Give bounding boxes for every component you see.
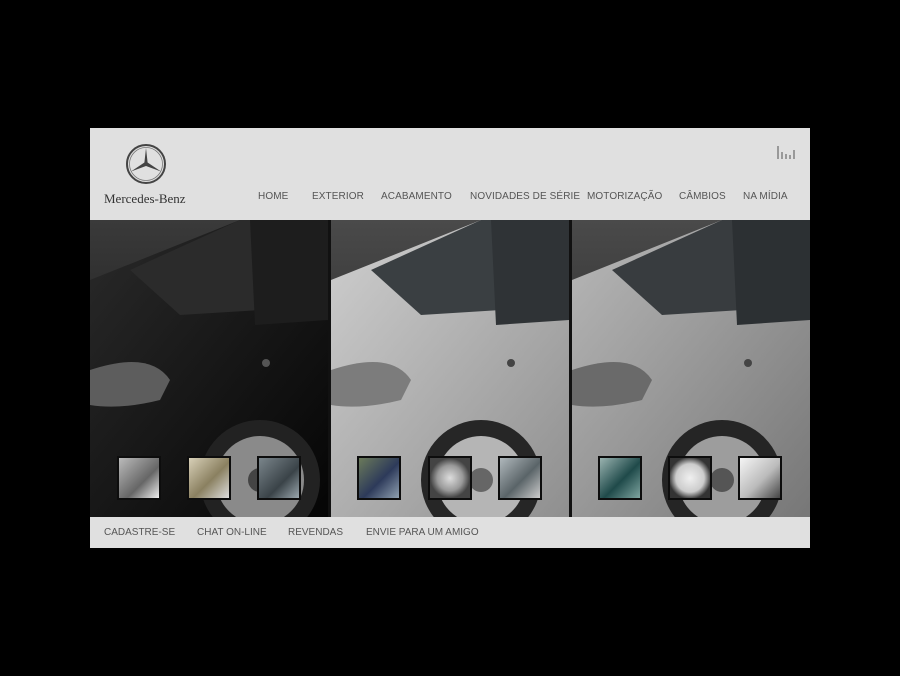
nav-na-midia[interactable]: NA MÍDIA	[743, 191, 788, 202]
thumb-instrument-cluster[interactable]	[187, 456, 231, 500]
nav-motorizacao[interactable]: MOTORIZAÇÃO	[587, 191, 662, 202]
mercedes-star-icon[interactable]	[124, 142, 168, 186]
nav-cambios[interactable]: CÂMBIOS	[679, 191, 726, 202]
thumb-wheel-detail[interactable]	[117, 456, 161, 500]
footer-revendas[interactable]: REVENDAS	[288, 527, 343, 538]
black-car-panel[interactable]	[90, 220, 328, 517]
nav-novidades-de-serie[interactable]: NOVIDADES DE SÉRIE	[470, 191, 580, 202]
thumb-dashboard-display[interactable]	[357, 456, 401, 500]
nav-home[interactable]: HOME	[258, 191, 288, 202]
main-nav: HOME EXTERIOR ACABAMENTO NOVIDADES DE SÉ…	[90, 191, 810, 205]
sound-bars-icon[interactable]	[776, 144, 796, 160]
footer-envie-para-um-amigo[interactable]: ENVIE PARA UM AMIGO	[366, 527, 479, 538]
header: Mercedes-Benz HOME EXTERIOR ACABAMENTO N…	[90, 128, 810, 219]
thumb-door-interior[interactable]	[598, 456, 642, 500]
thumb-seat-detail[interactable]	[257, 456, 301, 500]
nav-acabamento[interactable]: ACABAMENTO	[381, 191, 452, 202]
thumb-alloy-wheel[interactable]	[428, 456, 472, 500]
footer-chat-online[interactable]: CHAT ON-LINE	[197, 527, 267, 538]
silver-car-panel[interactable]	[331, 220, 569, 517]
thumb-gear-shift[interactable]	[498, 456, 542, 500]
thumb-mirror-detail[interactable]	[668, 456, 712, 500]
grey-car-panel[interactable]	[572, 220, 810, 517]
thumb-side-mirror[interactable]	[738, 456, 782, 500]
nav-exterior[interactable]: EXTERIOR	[312, 191, 364, 202]
site-container: Mercedes-Benz HOME EXTERIOR ACABAMENTO N…	[90, 128, 810, 548]
hero-gallery	[90, 220, 810, 517]
footer-nav: CADASTRE-SE CHAT ON-LINE REVENDAS ENVIE …	[90, 517, 810, 548]
footer-cadastre-se[interactable]: CADASTRE-SE	[104, 527, 175, 538]
